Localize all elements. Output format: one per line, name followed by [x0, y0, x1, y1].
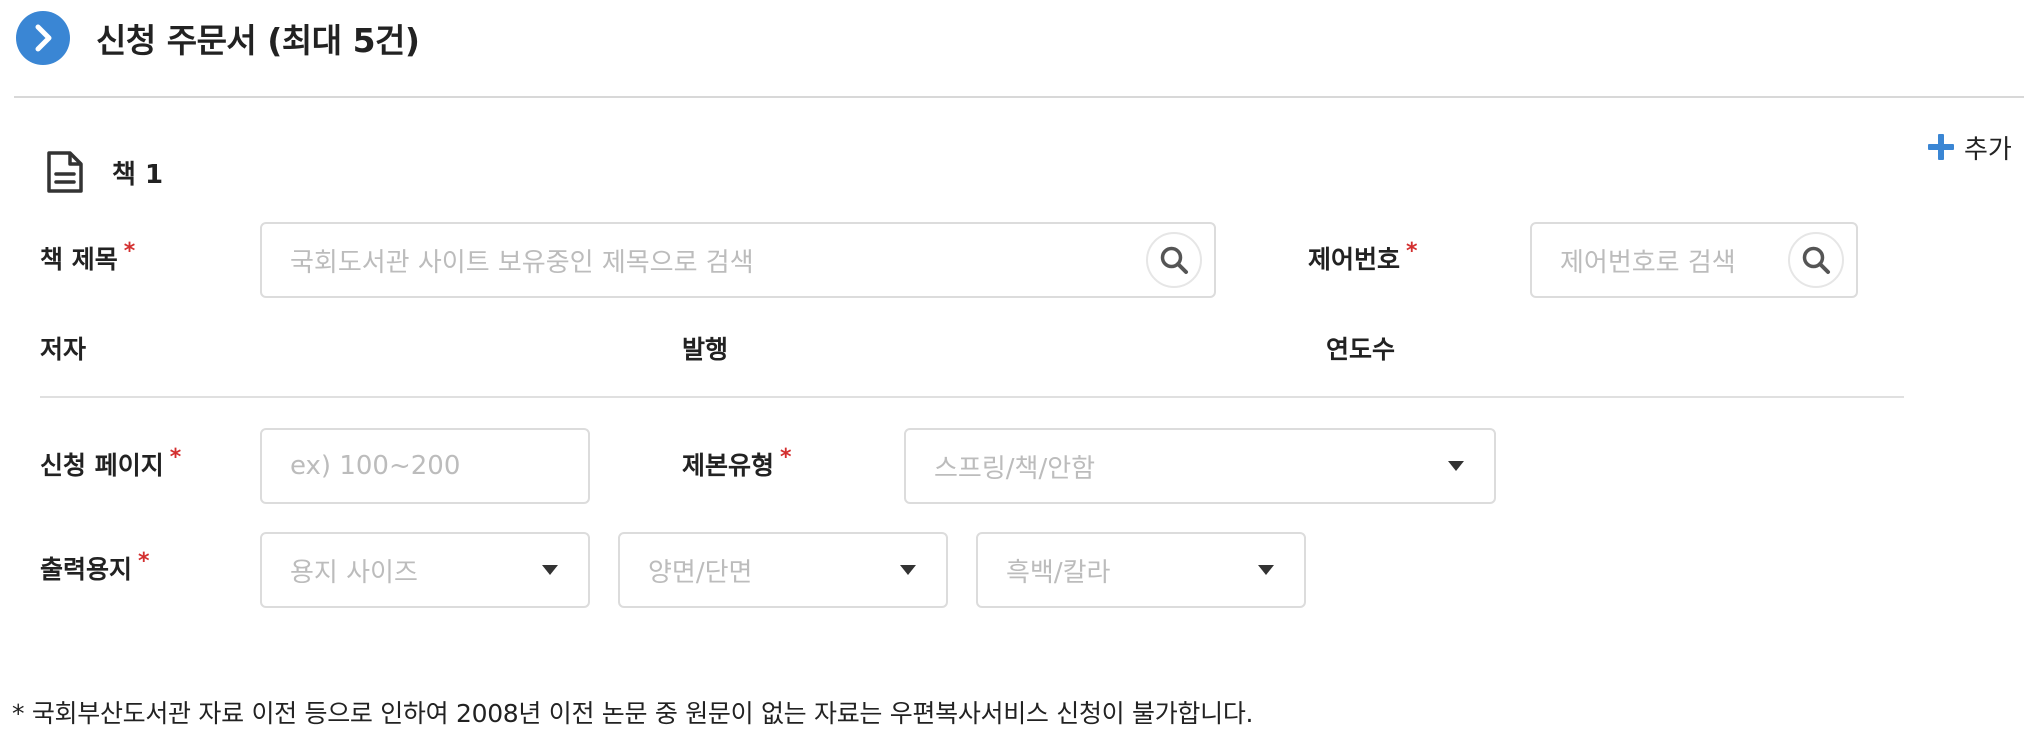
chevron-down-icon: [1448, 461, 1464, 471]
control-number-label: 제어번호 *: [1308, 239, 1418, 274]
add-book-button[interactable]: 추가: [1928, 128, 2012, 166]
book-title-label: 책 제목 *: [40, 239, 136, 274]
book-heading: 책 1: [46, 148, 163, 196]
pages-label: 신청 페이지 *: [40, 445, 182, 480]
add-button-label: 추가: [1964, 134, 2012, 165]
pages-input[interactable]: ex) 100~200: [262, 451, 588, 481]
section-divider: [40, 396, 1904, 398]
section-header: 신청 주문서 (최대 5건): [16, 11, 420, 65]
control-number-search-button[interactable]: [1788, 232, 1844, 288]
book-title: 책 1: [112, 159, 164, 190]
search-icon: [1802, 246, 1830, 274]
book-title-search-field[interactable]: 국회도서관 사이트 보유중인 제목으로 검색: [260, 222, 1216, 298]
paper-label: 출력용지 *: [40, 549, 150, 584]
pages-field[interactable]: ex) 100~200: [260, 428, 590, 504]
binding-selected-value: 스프링/책/안함: [934, 453, 1096, 484]
book-title-input[interactable]: 국회도서관 사이트 보유중인 제목으로 검색: [262, 242, 1146, 279]
chevron-right-icon: [16, 11, 70, 65]
document-icon: [47, 151, 83, 193]
control-number-search-field[interactable]: 제어번호로 검색: [1530, 222, 1858, 298]
plus-icon: [1928, 134, 1954, 160]
required-mark: *: [169, 445, 182, 470]
control-number-input[interactable]: 제어번호로 검색: [1532, 242, 1788, 279]
chevron-down-icon: [542, 565, 558, 575]
paper-sides-selected-value: 양면/단면: [648, 557, 753, 588]
search-icon: [1160, 246, 1188, 274]
author-label: 저자: [40, 335, 87, 364]
binding-label: 제본유형 *: [682, 445, 792, 480]
year-label: 연도수: [1326, 335, 1396, 364]
page-title: 신청 주문서 (최대 5건): [96, 21, 420, 60]
paper-color-select[interactable]: 흑백/칼라: [976, 532, 1306, 608]
service-notice: * 국회부산도서관 자료 이전 등으로 인하여 2008년 이전 논문 중 원문…: [12, 699, 1254, 728]
paper-sides-select[interactable]: 양면/단면: [618, 532, 948, 608]
paper-size-selected-value: 용지 사이즈: [290, 557, 418, 588]
paper-color-selected-value: 흑백/칼라: [1006, 557, 1111, 588]
chevron-down-icon: [900, 565, 916, 575]
book-title-search-button[interactable]: [1146, 232, 1202, 288]
required-mark: *: [780, 445, 792, 470]
header-divider: [14, 96, 2024, 98]
required-mark: *: [123, 239, 136, 264]
required-mark: *: [138, 549, 150, 574]
publisher-label: 발행: [682, 335, 729, 364]
chevron-down-icon: [1258, 565, 1274, 575]
binding-select[interactable]: 스프링/책/안함: [904, 428, 1496, 504]
paper-size-select[interactable]: 용지 사이즈: [260, 532, 590, 608]
required-mark: *: [1406, 239, 1418, 264]
